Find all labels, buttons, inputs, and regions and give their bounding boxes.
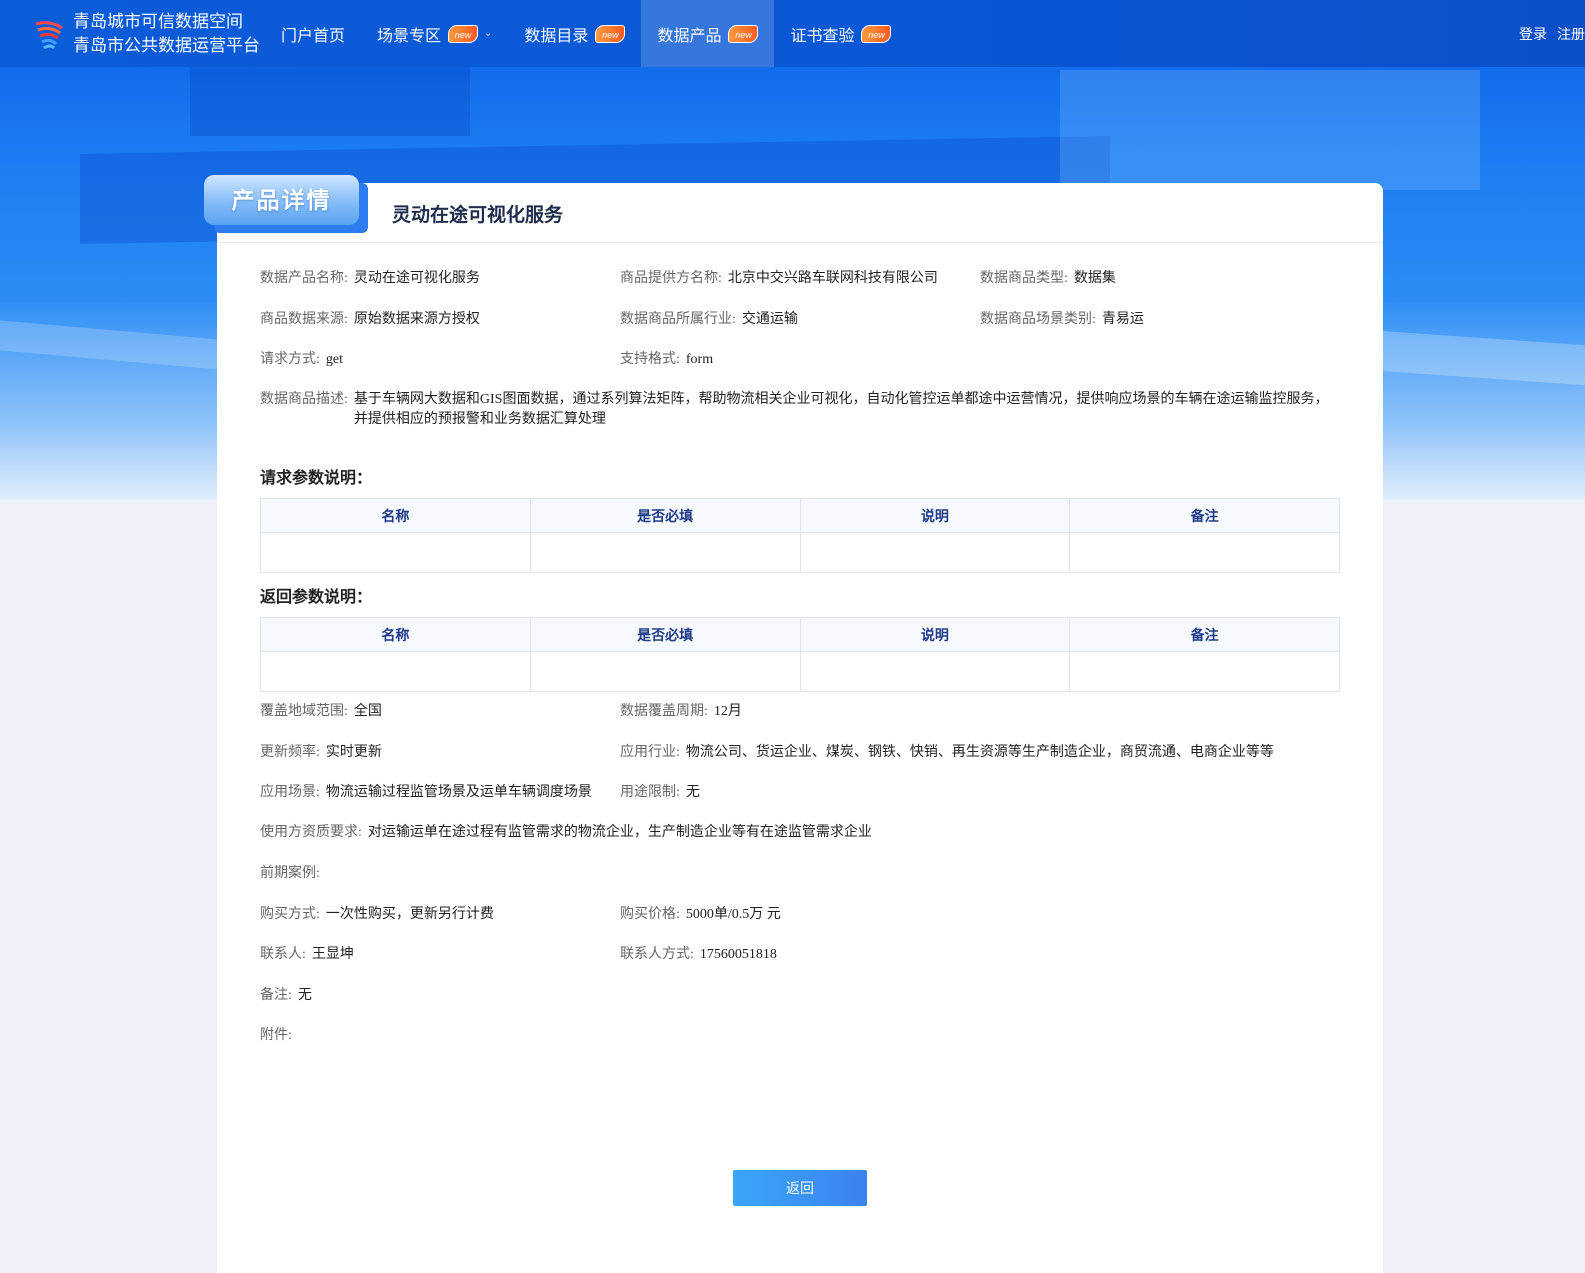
field-industry: 数据商品所属行业: 交通运输 bbox=[620, 312, 798, 327]
brand-line2: 青岛市公共数据运营平台 bbox=[73, 36, 260, 55]
brand-line1: 青岛城市可信数据空间 bbox=[73, 12, 243, 31]
nav-item-catalog[interactable]: 数据目录 new bbox=[508, 0, 641, 67]
field-type: 数据商品类型: 数据集 bbox=[980, 271, 1116, 286]
product-detail-card: 灵动在途可视化服务 数据产品名称: 灵动在途可视化服务 商品提供方名称: 北京中交兴… bbox=[217, 183, 1383, 1273]
table-row bbox=[260, 651, 1340, 692]
field-qualification: 使用方资质要求: 对运输运单在途过程有监管需求的物流企业，生产制造企业等有在途监管… bbox=[260, 825, 872, 840]
new-badge-icon: new bbox=[595, 24, 626, 43]
col-header-name: 名称 bbox=[260, 617, 531, 652]
nav-label: 门户首页 bbox=[281, 27, 346, 45]
field-attachment: 附件: bbox=[260, 1028, 292, 1043]
request-params-title: 请求参数说明： bbox=[260, 470, 373, 487]
product-detail-tab: 产品详情 bbox=[204, 175, 368, 233]
product-title: 灵动在途可视化服务 bbox=[392, 205, 564, 226]
logo-icon[interactable] bbox=[34, 18, 64, 50]
field-price: 购买价格: 5000单/0.5万 元 bbox=[620, 907, 781, 922]
col-header-required: 是否必填 bbox=[529, 498, 801, 533]
nav-item-products[interactable]: 数据产品 new bbox=[641, 0, 775, 67]
top-navbar: 青岛城市可信数据空间 青岛市公共数据运营平台 门户首页 场景专区 new ⌄ 数… bbox=[0, 0, 1585, 67]
col-header-note: 备注 bbox=[1069, 498, 1340, 533]
col-header-desc: 说明 bbox=[799, 498, 1071, 533]
field-cases: 前期案例: bbox=[260, 866, 320, 881]
auth-links: 登录 注册 bbox=[1519, 24, 1585, 44]
new-badge-icon: new bbox=[861, 24, 892, 43]
brand-title[interactable]: 青岛城市可信数据空间 青岛市公共数据运营平台 bbox=[73, 10, 260, 58]
field-purchase-method: 购买方式: 一次性购买，更新另行计费 bbox=[260, 907, 494, 922]
nav-label: 场景专区 bbox=[377, 27, 442, 45]
field-source: 商品数据来源: 原始数据来源方授权 bbox=[260, 312, 480, 327]
back-button[interactable]: 返回 bbox=[733, 1170, 867, 1206]
col-header-required: 是否必填 bbox=[529, 617, 801, 652]
field-contact: 联系人: 王显坤 bbox=[260, 947, 354, 962]
nav-label: 证书查验 bbox=[790, 27, 855, 45]
nav-label: 数据目录 bbox=[524, 27, 589, 45]
field-scene: 数据商品场景类别: 青易运 bbox=[980, 312, 1144, 327]
field-frequency: 更新频率: 实时更新 bbox=[260, 745, 382, 760]
col-header-note: 备注 bbox=[1069, 617, 1340, 652]
field-description: 数据商品描述: 基于车辆网大数据和GIS图面数据，通过系列算法矩阵，帮助物流相关企… bbox=[260, 392, 1329, 427]
field-app-scene: 应用场景: 物流运输过程监管场景及运单车辆调度场景 bbox=[260, 785, 592, 800]
col-header-name: 名称 bbox=[260, 498, 531, 533]
field-name: 数据产品名称: 灵动在途可视化服务 bbox=[260, 271, 480, 286]
nav-item-home[interactable]: 门户首页 bbox=[265, 0, 361, 67]
field-method: 请求方式: get bbox=[260, 352, 343, 367]
nav-item-scenes[interactable]: 场景专区 new ⌄ bbox=[361, 0, 508, 67]
main-nav: 门户首页 场景专区 new ⌄ 数据目录 new 数据产品 new 证书查验 n… bbox=[265, 0, 907, 67]
col-header-desc: 说明 bbox=[799, 617, 1071, 652]
new-badge-icon: new bbox=[728, 24, 759, 43]
request-params-table: 名称 是否必填 说明 备注 bbox=[260, 498, 1340, 573]
nav-item-certificate[interactable]: 证书查验 new bbox=[774, 0, 907, 67]
field-period: 数据覆盖周期: 12月 bbox=[620, 704, 742, 719]
field-app-industry: 应用行业: 物流公司、货运企业、煤炭、钢铁、快销、再生资源等生产制造企业，商贸流通… bbox=[620, 745, 1274, 760]
field-usage-limit: 用途限制: 无 bbox=[620, 785, 700, 800]
field-format: 支持格式: form bbox=[620, 352, 714, 367]
field-region: 覆盖地域范围: 全国 bbox=[260, 704, 382, 719]
nav-label: 数据产品 bbox=[657, 27, 722, 45]
field-note: 备注: 无 bbox=[260, 988, 312, 1003]
table-row bbox=[260, 532, 1340, 573]
tab-label: 产品详情 bbox=[204, 175, 359, 225]
response-params-title: 返回参数说明： bbox=[260, 589, 373, 606]
field-provider: 商品提供方名称: 北京中交兴路车联网科技有限公司 bbox=[620, 271, 938, 286]
field-phone: 联系人方式: 17560051818 bbox=[620, 947, 777, 962]
login-link[interactable]: 登录 bbox=[1519, 24, 1547, 44]
card-header: 灵动在途可视化服务 bbox=[217, 183, 1383, 243]
response-params-table: 名称 是否必填 说明 备注 bbox=[260, 617, 1340, 692]
register-link[interactable]: 注册 bbox=[1557, 24, 1585, 44]
new-badge-icon: new bbox=[448, 24, 479, 43]
chevron-down-icon: ⌄ bbox=[484, 28, 493, 39]
